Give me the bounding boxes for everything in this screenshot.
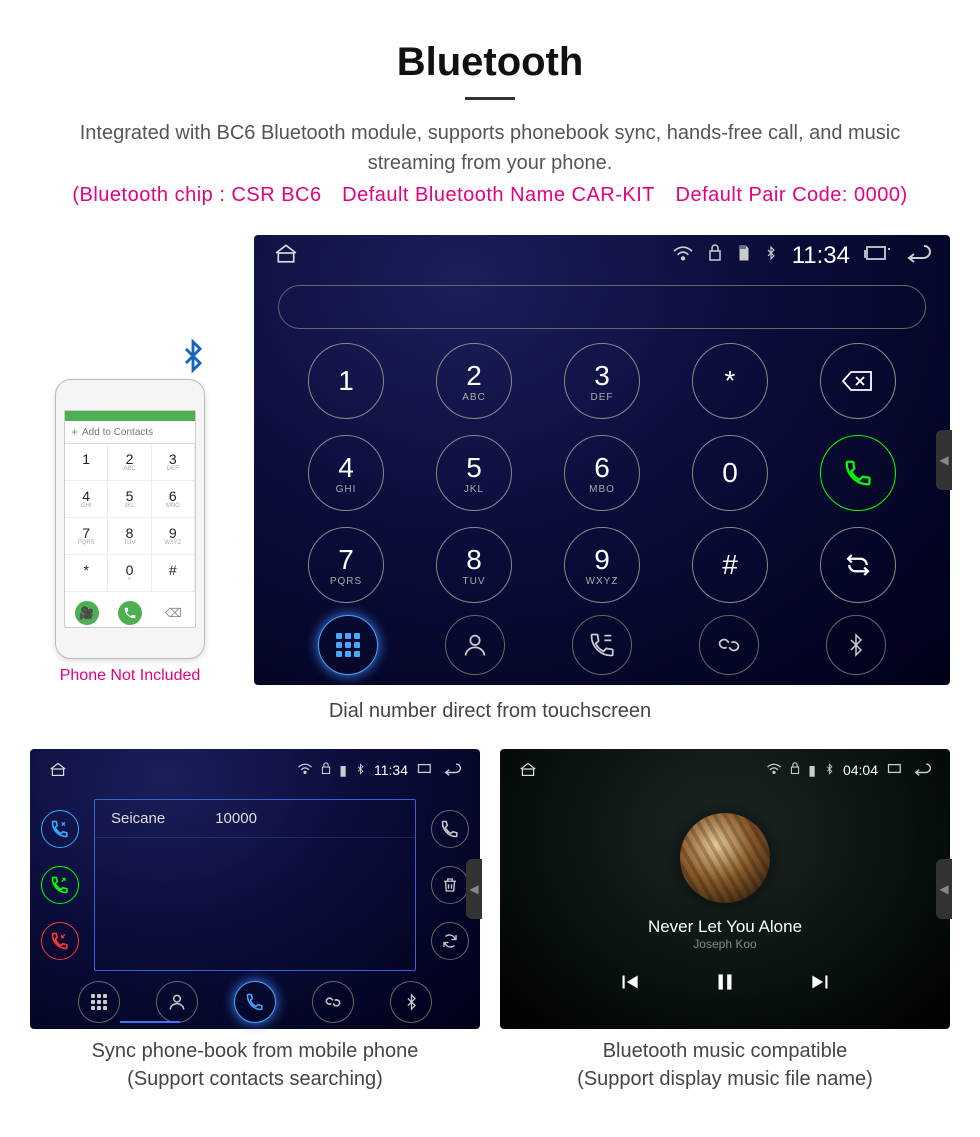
phone-key: 0+ [108, 555, 151, 592]
tab-keypad[interactable] [78, 981, 120, 1023]
tab-calllog[interactable] [234, 981, 276, 1023]
dial-key-2[interactable]: 2ABC [436, 343, 512, 419]
back-icon[interactable] [912, 762, 932, 779]
home-icon[interactable] [272, 242, 300, 270]
lock-icon [321, 762, 331, 778]
phone-video-icon: 🎥 [75, 601, 99, 625]
phone-key: # [152, 555, 195, 592]
backspace-button[interactable] [820, 343, 896, 419]
dial-key-*[interactable]: * [692, 343, 768, 419]
call-button[interactable] [820, 435, 896, 511]
contacts-list[interactable]: Seicane 10000 [94, 799, 416, 971]
bluetooth-status-icon [824, 762, 835, 779]
tab-contacts[interactable] [445, 615, 505, 675]
dial-key-3[interactable]: 3DEF [564, 343, 640, 419]
home-icon[interactable] [48, 761, 68, 780]
subline-text: (Bluetooth chip : CSR BC6 Default Blueto… [30, 184, 950, 207]
phone-backspace-icon: ⌫ [161, 601, 185, 625]
phone-key: 2ABC [108, 444, 151, 481]
tab-calllog[interactable] [572, 615, 632, 675]
dial-key-4[interactable]: 4GHI [308, 435, 384, 511]
dial-key-1[interactable]: 1 [308, 343, 384, 419]
bluetooth-status-icon [764, 243, 778, 269]
tab-pairing[interactable] [312, 981, 354, 1023]
headunit-dialer: 11:34 1 2ABC 3DEF * 4GHI 5JKL 6MBO 0 7PQRS 8TUV 9W… [254, 235, 950, 685]
phone-note: Phone Not Included [30, 667, 230, 685]
sd-icon: ▮ [339, 762, 347, 779]
home-icon[interactable] [518, 761, 538, 780]
wifi-icon [297, 762, 313, 778]
contact-name: Seicane [111, 810, 165, 827]
clock-text: 11:34 [374, 762, 408, 778]
bluetooth-icon [176, 339, 210, 382]
dial-key-6[interactable]: 6MBO [564, 435, 640, 511]
dial-key-#[interactable]: # [692, 527, 768, 603]
phone-key: 9WXYZ [152, 518, 195, 555]
contacts-caption: Sync phone-book from mobile phone (Suppo… [30, 1037, 480, 1093]
album-art [680, 813, 770, 903]
tab-keypad[interactable] [318, 615, 378, 675]
sd-icon: ▮ [808, 762, 816, 779]
phone-key: 7PQRS [65, 518, 108, 555]
phone-key: 4GHI [65, 481, 108, 518]
lock-icon [708, 244, 722, 268]
lock-icon [790, 762, 800, 778]
play-pause-button[interactable] [712, 969, 738, 1002]
clock-text: 11:34 [792, 242, 850, 270]
sync-contacts-icon[interactable] [431, 922, 469, 960]
track-title: Never Let You Alone [648, 917, 802, 937]
phone-add-contacts: + Add to Contacts [65, 421, 195, 444]
contact-row[interactable]: Seicane 10000 [95, 800, 415, 838]
swap-button[interactable] [820, 527, 896, 603]
prev-track-button[interactable] [616, 969, 642, 1002]
phone-mock: + Add to Contacts 12ABC3DEF 4GHI5JKL6MNO 7… [30, 349, 230, 685]
intro-text: Integrated with BC6 Bluetooth module, su… [60, 118, 920, 178]
dial-key-8[interactable]: 8TUV [436, 527, 512, 603]
side-drawer-handle[interactable]: ◀ [936, 859, 952, 919]
headunit-contacts: ▮ 11:34 Seicane [30, 749, 480, 1029]
title-divider [465, 97, 515, 100]
contact-number: 10000 [215, 810, 257, 827]
tab-bt-settings[interactable] [390, 981, 432, 1023]
headunit-music: ▮ 04:04 Never Let You Alone Joseph Koo [500, 749, 950, 1029]
wifi-icon [672, 244, 694, 268]
tab-contacts[interactable] [156, 981, 198, 1023]
dial-contact-icon[interactable] [431, 810, 469, 848]
missed-call-icon[interactable] [41, 810, 79, 848]
bluetooth-status-icon [355, 762, 366, 779]
phone-key: 5JKL [108, 481, 151, 518]
recents-icon[interactable] [864, 243, 890, 269]
tab-bt-settings[interactable] [826, 615, 886, 675]
sd-icon [736, 244, 750, 268]
incoming-call-icon[interactable] [41, 922, 79, 960]
music-caption: Bluetooth music compatible (Support disp… [500, 1037, 950, 1093]
wifi-icon [766, 762, 782, 778]
next-track-button[interactable] [808, 969, 834, 1002]
phone-key: 6MNO [152, 481, 195, 518]
phone-call-icon [118, 601, 142, 625]
dial-key-9[interactable]: 9WXYZ [564, 527, 640, 603]
phone-key: 3DEF [152, 444, 195, 481]
dial-key-7[interactable]: 7PQRS [308, 527, 384, 603]
outgoing-call-icon[interactable] [41, 866, 79, 904]
dial-key-0[interactable]: 0 [692, 435, 768, 511]
side-drawer-handle[interactable]: ◀ [466, 859, 482, 919]
recents-icon[interactable] [886, 762, 904, 778]
page-title: Bluetooth [30, 40, 950, 85]
track-artist: Joseph Koo [693, 937, 756, 951]
delete-contact-icon[interactable] [431, 866, 469, 904]
phone-key: * [65, 555, 108, 592]
dialer-caption: Dial number direct from touchscreen [30, 697, 950, 725]
phone-key: 8TUV [108, 518, 151, 555]
clock-text: 04:04 [843, 762, 878, 778]
dial-key-5[interactable]: 5JKL [436, 435, 512, 511]
phone-key: 1 [65, 444, 108, 481]
back-icon[interactable] [442, 762, 462, 779]
recents-icon[interactable] [416, 762, 434, 778]
dial-input[interactable] [278, 285, 926, 329]
back-icon[interactable] [904, 243, 932, 269]
side-drawer-handle[interactable]: ◀ [936, 430, 952, 490]
tab-pairing[interactable] [699, 615, 759, 675]
